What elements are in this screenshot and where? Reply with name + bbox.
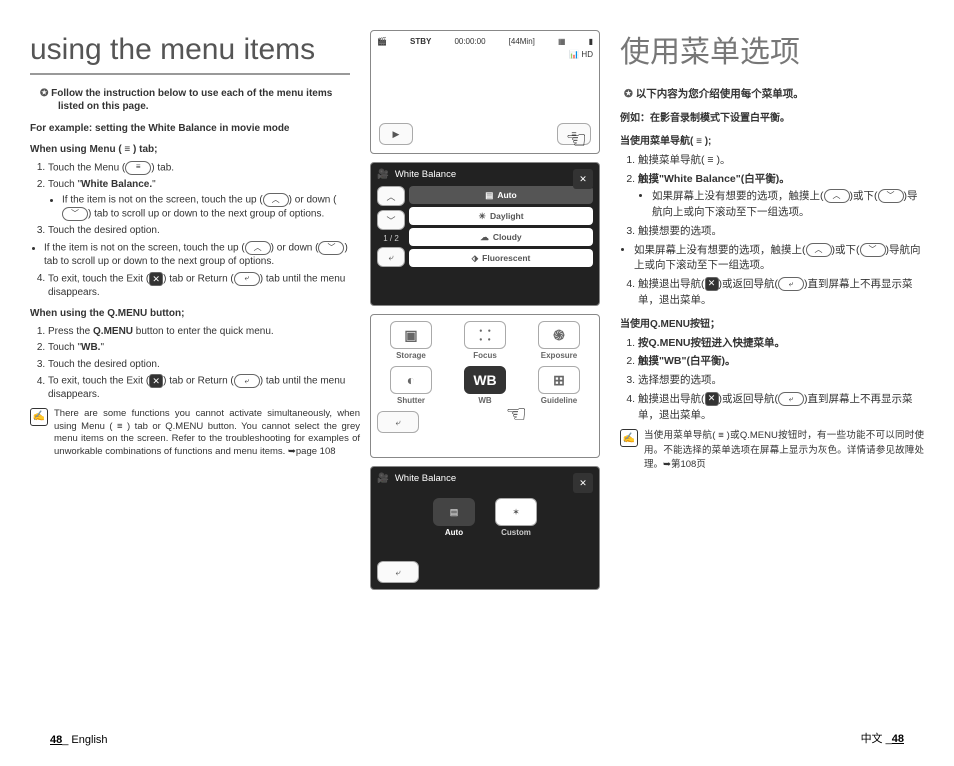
exit-icon: ✕ xyxy=(149,272,163,286)
up-icon: ︿ xyxy=(824,189,850,203)
section2-head-cn: 当使用Q.MENU按钮； xyxy=(620,317,924,332)
down-icon: ﹀ xyxy=(62,207,88,221)
screen-wb-result: 🎥White Balance ✕ ▤ Auto ✶ Custom ⤶ xyxy=(370,466,600,590)
return-icon: ⤶ xyxy=(234,272,260,286)
exit-icon: ✕ xyxy=(149,374,163,388)
camera-icon: 🎥 xyxy=(377,169,389,180)
note-icon: ✍ xyxy=(620,429,638,447)
step-4: To exit, touch the Exit (✕) tab or Retur… xyxy=(48,272,360,300)
qmenu-shutter[interactable]: ◐Shutter xyxy=(377,366,445,405)
footer-right: 中文 _48 xyxy=(861,730,904,746)
title-chinese: 使用菜单选项 xyxy=(620,30,924,75)
exit-icon: ✕ xyxy=(705,277,719,291)
qmenu-guideline[interactable]: ⊞Guideline xyxy=(525,366,593,405)
screen-wb-list: 🎥White Balance ✕ ︿ ﹀ 1 / 2 ⤶ ▤ Auto ☀ Da… xyxy=(370,162,600,306)
steps-cn-1: 触摸菜单导航( ≡ )。 触摸"White Balance"(白平衡)。 如果屏… xyxy=(620,153,924,309)
qmenu-wb[interactable]: WBWB xyxy=(451,366,519,405)
return-button[interactable]: ⤶ xyxy=(377,561,419,583)
return-icon: ⤶ xyxy=(234,374,260,388)
screen-qmenu: ▣Storage ⸬Focus ֍Exposure ◐Shutter WBWB … xyxy=(370,314,600,458)
step-1: Touch the Menu (≡) tab. xyxy=(48,161,360,175)
title-english: using the menu items xyxy=(30,30,350,75)
scroll-down-button[interactable]: ﹀ xyxy=(377,210,405,230)
steps-en-1: Touch the Menu (≡) tab. Touch "White Bal… xyxy=(30,161,360,300)
section1-head-en: When using Menu ( ≡ ) tab; xyxy=(30,143,360,157)
lead-cn: 以下内容为您介绍使用每个菜单项。 xyxy=(642,87,924,103)
battery-icon: ▮ xyxy=(589,37,593,46)
down-icon: ﹀ xyxy=(860,243,886,257)
up-icon: ︿ xyxy=(263,193,289,207)
wb-custom-tile[interactable]: ✶ xyxy=(495,498,537,526)
wb-fluorescent[interactable]: ⬗ Fluorescent xyxy=(409,249,593,267)
play-button[interactable]: ▶ xyxy=(379,123,413,145)
steps-en-2: Press the Q.MENU button to enter the qui… xyxy=(30,325,360,402)
qmenu-exposure[interactable]: ֍Exposure xyxy=(525,321,593,360)
rec-icon: 🎬 xyxy=(377,37,387,46)
steps-cn-2: 按Q.MENU按钮进入快捷菜单。 触摸"WB"(白平衡)。 选择想要的选项。 触… xyxy=(620,336,924,424)
note-en: ✍ There are some functions you cannot ac… xyxy=(30,408,360,459)
note-cn: ✍ 当使用菜单导航( ≡ )或Q.MENU按钮时，有一些功能不可以同时使用。不能… xyxy=(620,429,924,472)
note-icon: ✍ xyxy=(30,408,48,426)
qmenu-focus[interactable]: ⸬Focus xyxy=(451,321,519,360)
wb-auto[interactable]: ▤ Auto xyxy=(409,186,593,204)
scroll-up-button[interactable]: ︿ xyxy=(377,186,405,206)
step-3: Touch the desired option. xyxy=(48,224,360,238)
exit-icon: ✕ xyxy=(705,392,719,406)
screen-standby: 🎬 STBY 00:00:00 [44Min] ▦ ▮ 📊 HD ▶ ≡ ☜ xyxy=(370,30,600,154)
section2-head-en: When using the Q.MENU button; xyxy=(30,307,360,321)
down-icon: ﹀ xyxy=(318,241,344,255)
return-button[interactable]: ⤶ xyxy=(377,247,405,267)
page-indicator: 1 / 2 xyxy=(383,234,399,243)
card-icon: ▦ xyxy=(558,37,566,46)
qmenu-storage[interactable]: ▣Storage xyxy=(377,321,445,360)
close-button[interactable]: ✕ xyxy=(573,473,593,493)
menu-button[interactable]: ≡ xyxy=(557,123,591,145)
camera-icon: 🎥 xyxy=(377,473,389,484)
lead-en: Follow the instruction below to use each… xyxy=(58,87,360,114)
example-cn: 例如：在影音录制模式下设置白平衡。 xyxy=(620,111,924,126)
wb-daylight[interactable]: ☀ Daylight xyxy=(409,207,593,225)
return-icon: ⤶ xyxy=(778,392,804,406)
wb-cloudy[interactable]: ☁ Cloudy xyxy=(409,228,593,246)
down-icon: ﹀ xyxy=(878,189,904,203)
up-icon: ︿ xyxy=(806,243,832,257)
section1-head-cn: 当使用菜单导航( ≡ ); xyxy=(620,134,924,149)
close-button[interactable]: ✕ xyxy=(573,169,593,189)
menu-icon: ≡ xyxy=(125,161,151,175)
wb-auto-tile[interactable]: ▤ xyxy=(433,498,475,526)
return-button[interactable]: ⤶ xyxy=(377,411,419,433)
return-icon: ⤶ xyxy=(778,277,804,291)
example-en: For example: setting the White Balance i… xyxy=(30,122,360,136)
step-2: Touch "White Balance." If the item is no… xyxy=(48,178,360,222)
footer-left: 48_ English xyxy=(50,734,108,746)
up-icon: ︿ xyxy=(245,241,271,255)
